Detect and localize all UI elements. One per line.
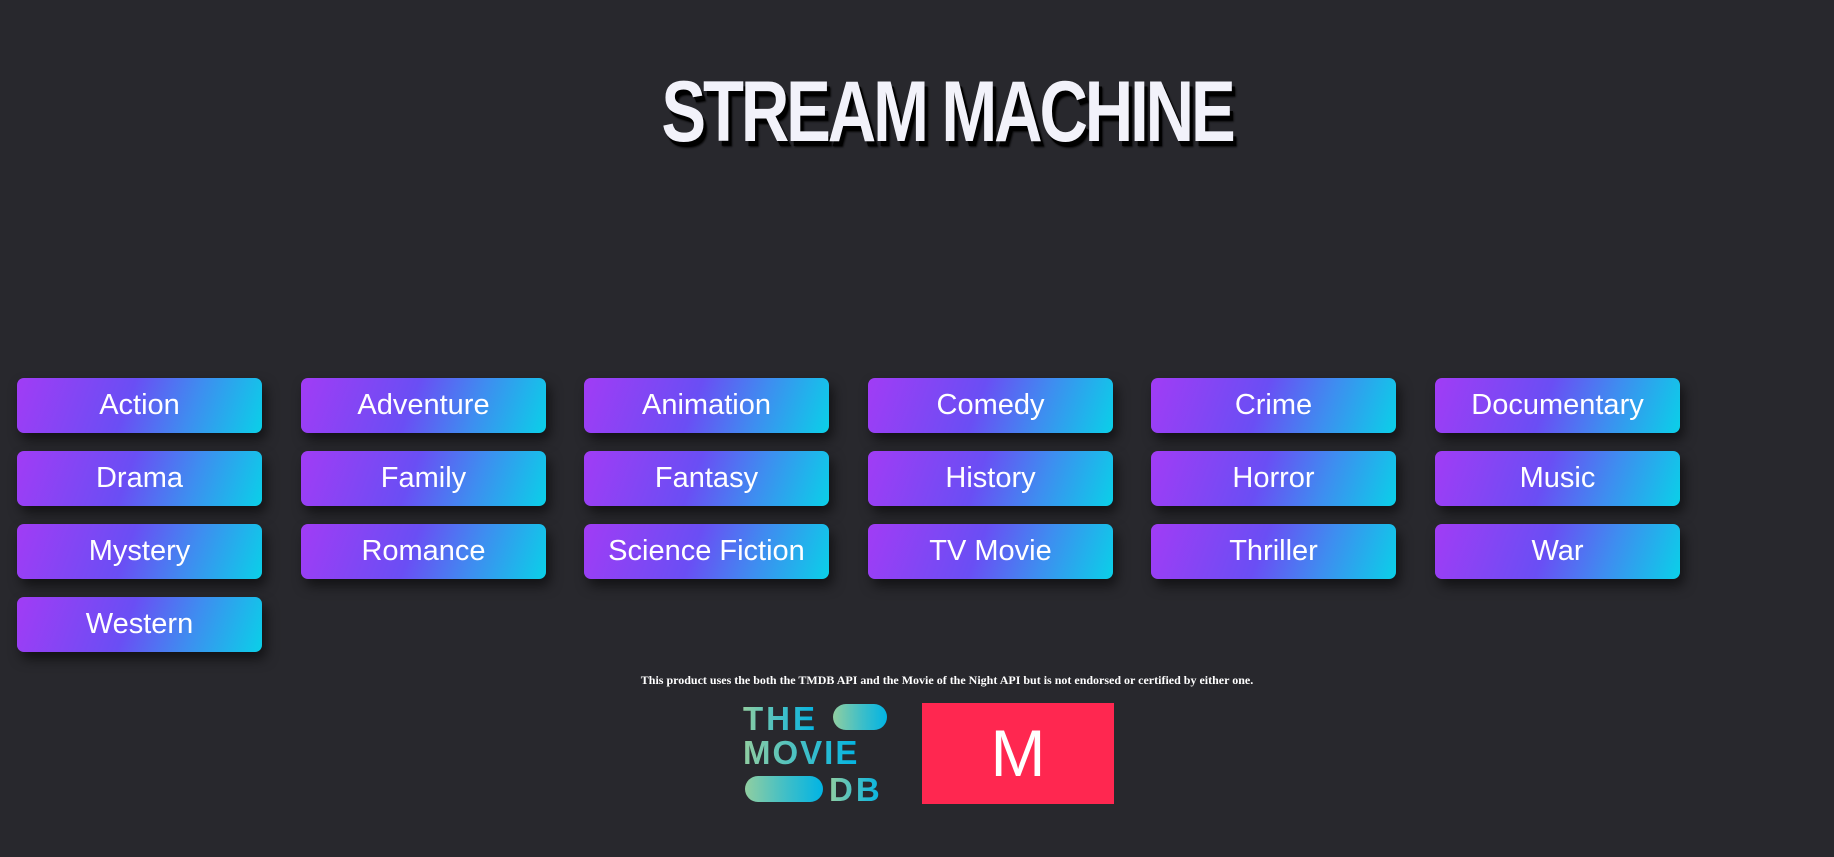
genre-button-crime[interactable]: Crime <box>1151 378 1396 433</box>
tmdb-logo-line1: THE <box>743 700 818 737</box>
genre-button-war[interactable]: War <box>1435 524 1680 579</box>
genre-button-mystery[interactable]: Mystery <box>17 524 262 579</box>
app-title: STREAM MACHINE <box>661 64 1235 160</box>
genre-button-romance[interactable]: Romance <box>301 524 546 579</box>
genre-button-action[interactable]: Action <box>17 378 262 433</box>
api-attribution-text: This product uses the both the TMDB API … <box>640 673 1254 687</box>
movie-of-the-night-logo[interactable]: M <box>922 703 1114 804</box>
tmdb-logo-line2: MOVIE <box>743 734 859 771</box>
genre-button-animation[interactable]: Animation <box>584 378 829 433</box>
genre-button-fantasy[interactable]: Fantasy <box>584 451 829 506</box>
genre-button-documentary[interactable]: Documentary <box>1435 378 1680 433</box>
tmdb-logo-line3: DB <box>829 771 883 806</box>
genre-button-music[interactable]: Music <box>1435 451 1680 506</box>
motn-logo-letter: M <box>990 716 1046 790</box>
genre-button-adventure[interactable]: Adventure <box>301 378 546 433</box>
genre-button-drama[interactable]: Drama <box>17 451 262 506</box>
genre-button-family[interactable]: Family <box>301 451 546 506</box>
genre-button-horror[interactable]: Horror <box>1151 451 1396 506</box>
genre-button-comedy[interactable]: Comedy <box>868 378 1113 433</box>
genre-button-science-fiction[interactable]: Science Fiction <box>584 524 829 579</box>
genre-button-thriller[interactable]: Thriller <box>1151 524 1396 579</box>
genre-button-western[interactable]: Western <box>17 597 262 652</box>
genre-button-history[interactable]: History <box>868 451 1113 506</box>
tmdb-logo[interactable]: THE MOVIE DB <box>743 700 887 806</box>
genre-button-tv-movie[interactable]: TV Movie <box>868 524 1113 579</box>
